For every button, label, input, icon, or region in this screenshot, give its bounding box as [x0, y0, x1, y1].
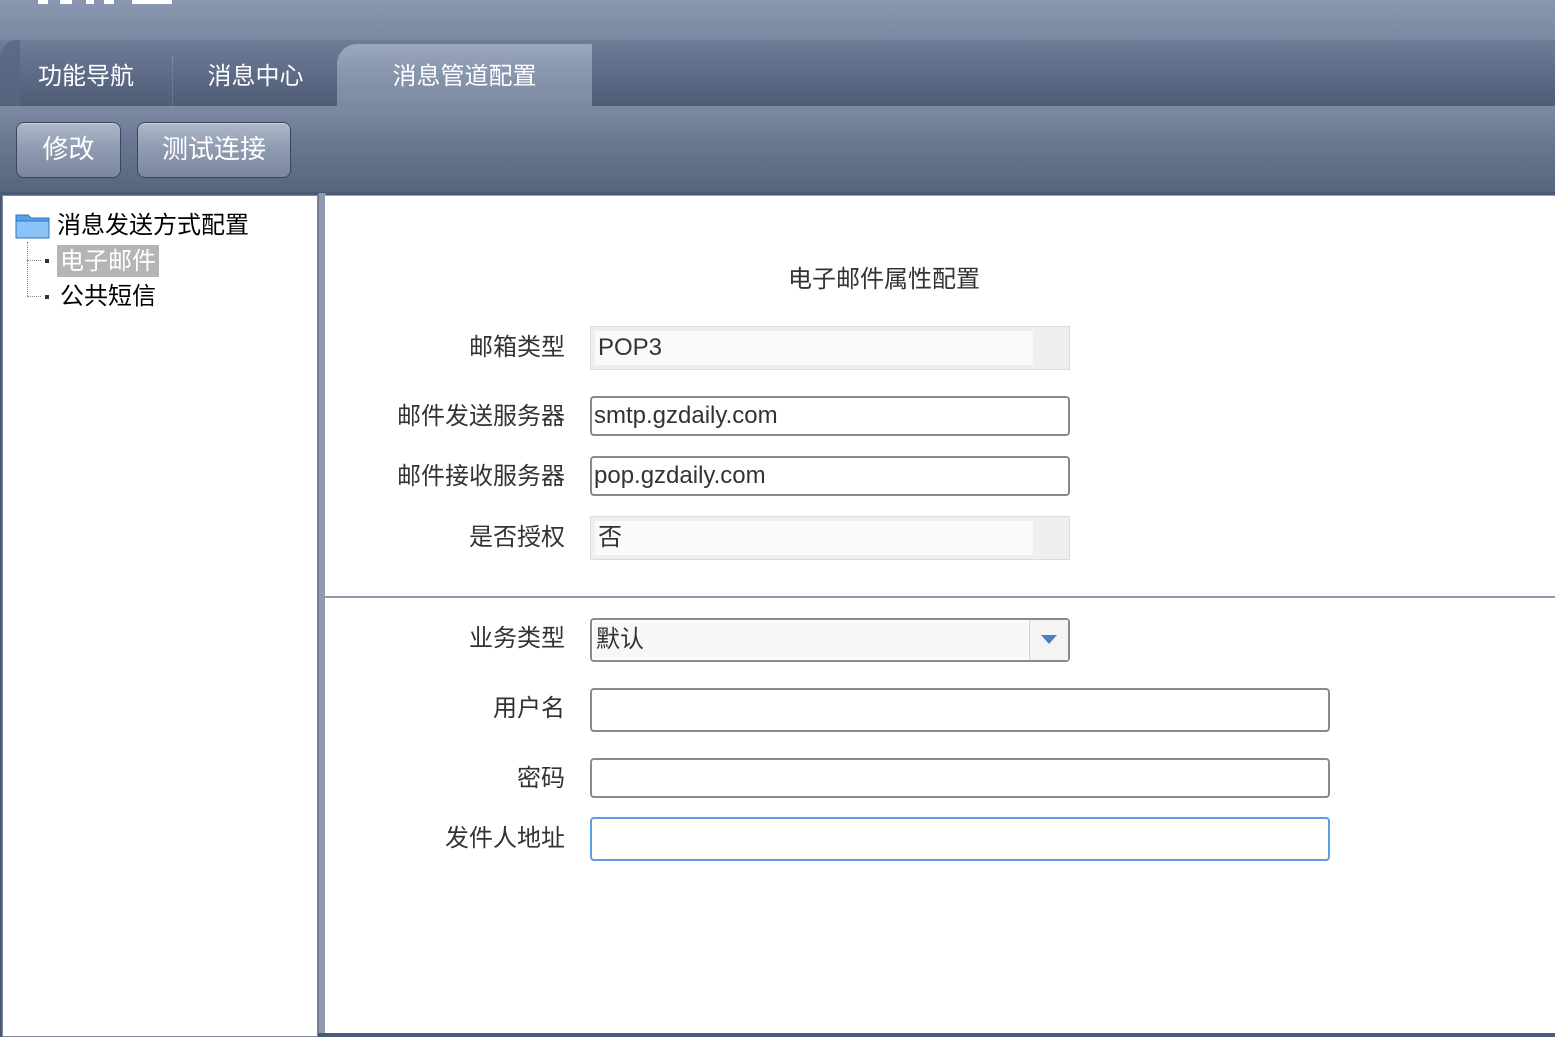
password-label: 密码 [517, 764, 565, 792]
tab-function-nav[interactable]: 功能导航 [0, 56, 172, 106]
tab-bar: 功能导航 消息中心 消息管道配置 [0, 40, 1555, 106]
folder-icon [15, 214, 50, 239]
username-label: 用户名 [493, 694, 565, 722]
tree-root[interactable]: 消息发送方式配置 [15, 209, 249, 241]
mailbox-type-value: POP3 [595, 331, 1033, 365]
logo [38, 0, 172, 4]
auth-field: 否 [590, 516, 1070, 560]
auth-value: 否 [595, 521, 1033, 555]
edit-button[interactable]: 修改 [16, 122, 121, 178]
bullet-icon [45, 259, 49, 263]
tree-root-label: 消息发送方式配置 [57, 211, 249, 239]
business-type-label: 业务类型 [469, 624, 565, 652]
email-config-panel: 电子邮件属性配置 邮箱类型 POP3 邮件发送服务器 smtp.gzdaily.… [325, 195, 1555, 1033]
password-input[interactable] [590, 758, 1330, 798]
tab-message-channel-config[interactable]: 消息管道配置 [337, 44, 592, 106]
toolbar: 修改 测试连接 [0, 106, 1555, 192]
business-type-value: 默认 [594, 622, 1028, 658]
form-title: 电子邮件属性配置 [788, 265, 980, 293]
test-connection-button[interactable]: 测试连接 [137, 122, 291, 178]
tree-connector [27, 260, 41, 261]
auth-label: 是否授权 [469, 523, 565, 551]
pop-server-label: 邮件接收服务器 [397, 462, 565, 490]
business-type-select[interactable]: 默认 [590, 618, 1070, 662]
chevron-down-icon [1041, 635, 1057, 644]
top-banner [0, 0, 1555, 40]
tab-message-center[interactable]: 消息中心 [172, 56, 338, 106]
tree-connector [27, 296, 41, 297]
mailbox-type-field: POP3 [590, 326, 1070, 370]
smtp-server-label: 邮件发送服务器 [397, 402, 565, 430]
tree-connector [27, 242, 28, 296]
config-tree: 消息发送方式配置 电子邮件 公共短信 [2, 195, 318, 1037]
sender-address-input[interactable] [590, 817, 1330, 861]
dropdown-button[interactable] [1029, 620, 1068, 660]
section-divider [325, 596, 1555, 598]
smtp-server-input[interactable]: smtp.gzdaily.com [590, 396, 1070, 436]
bullet-icon [45, 295, 49, 299]
tree-item-public-sms[interactable]: 公共短信 [57, 280, 159, 312]
username-input[interactable] [590, 688, 1330, 732]
sender-address-label: 发件人地址 [445, 824, 565, 852]
mailbox-type-label: 邮箱类型 [469, 333, 565, 361]
tree-item-email[interactable]: 电子邮件 [57, 245, 159, 277]
panel-border [325, 195, 1555, 196]
pop-server-input[interactable]: pop.gzdaily.com [590, 456, 1070, 496]
